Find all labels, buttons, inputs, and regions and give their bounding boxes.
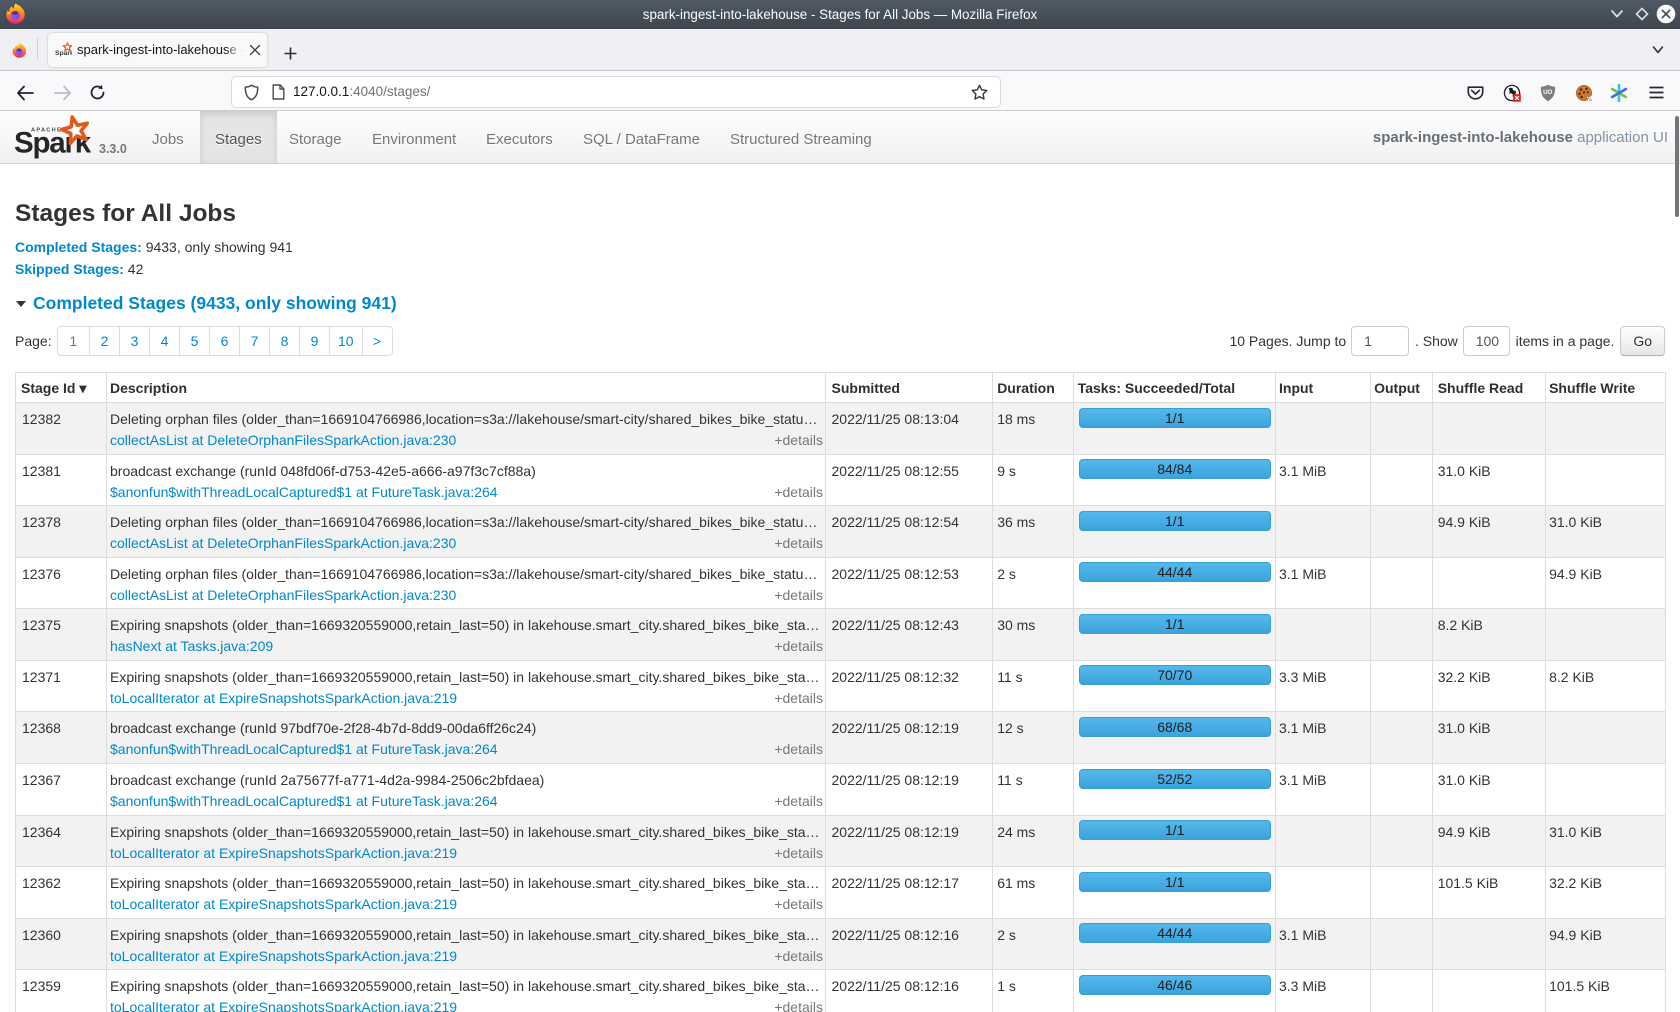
svg-text:Spark: Spark <box>55 50 72 57</box>
svg-text:UO: UO <box>1543 89 1552 96</box>
